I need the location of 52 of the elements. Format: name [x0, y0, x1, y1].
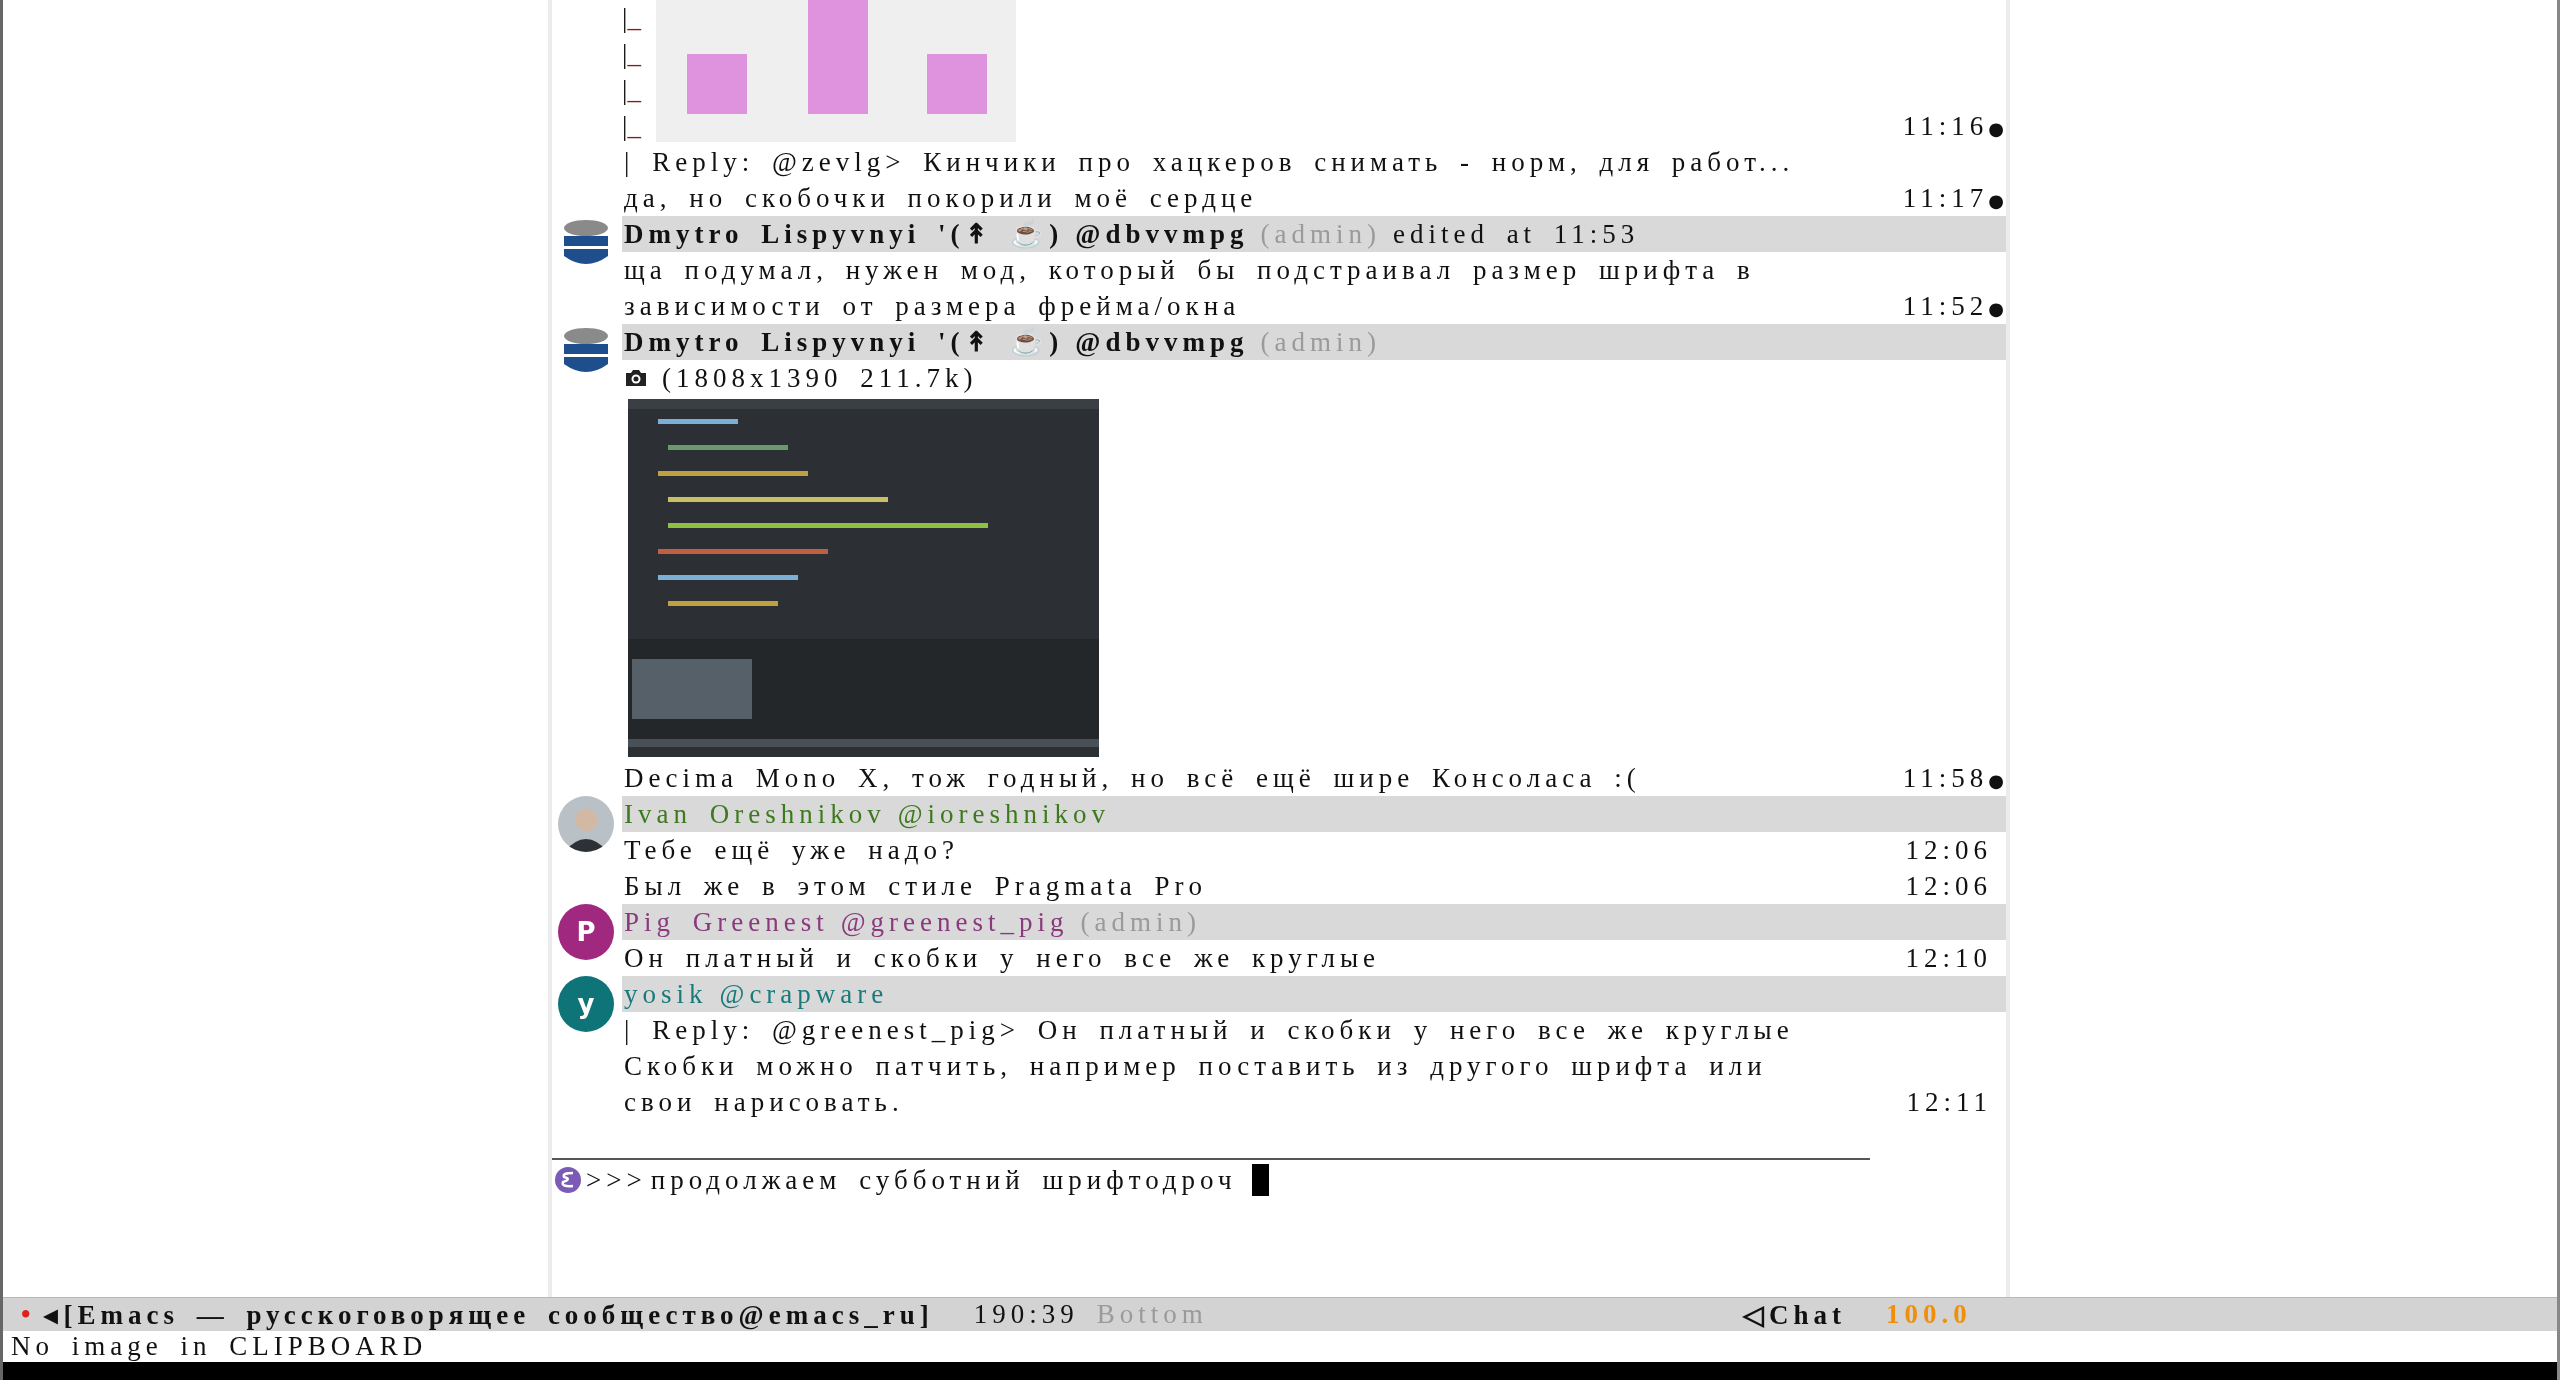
- message-text: Он платный и скобки у него все же круглые: [624, 942, 1381, 974]
- timestamp: 12:06: [1905, 834, 1993, 866]
- message-text: ща подумал, нужен мод, который бы подстраивал размер шрифта в: [624, 254, 1755, 286]
- modified-indicator: •: [21, 1299, 31, 1330]
- attachment-info: (1808x1390 211.7k): [662, 362, 978, 394]
- emacs-logo-icon: [554, 1166, 582, 1194]
- timestamp: 11:52●: [1902, 290, 2005, 322]
- gutter-mark: |_: [622, 2, 643, 35]
- message-text: Был же в этом стиле Pragmata Pro: [624, 870, 1207, 902]
- author-handle: @greenest_pig: [840, 906, 1069, 938]
- timestamp: 11:16●: [1902, 110, 2005, 142]
- timestamp: 11:17●: [1902, 182, 2005, 214]
- prompt: >>>: [586, 1164, 647, 1196]
- major-mode: ◁Chat: [1743, 1298, 1846, 1331]
- message-text: да, но скобочки покорили моё сердце: [624, 182, 1258, 214]
- message-text: Скобки можно патчить, например поставить из другого шрифта или: [624, 1050, 1767, 1082]
- message-text: Decima Mono X, тож годный, но всё ещё шире Консоласа :(: [624, 762, 1641, 794]
- timestamp: 12:11: [1906, 1086, 1993, 1118]
- gutter-mark: |_: [622, 38, 643, 71]
- author-name: Dmytro Lispyvnyi '(↟ ☕): [624, 326, 1064, 358]
- timestamp: 11:58●: [1902, 762, 2005, 794]
- author-handle: @dbvvmpg: [1075, 326, 1249, 358]
- cursor-position: 190:39: [973, 1299, 1079, 1330]
- text-cursor: [1252, 1164, 1270, 1196]
- timestamp: 12:06: [1905, 870, 1993, 902]
- author-name: Dmytro Lispyvnyi '(↟ ☕): [624, 218, 1064, 250]
- role-label: (admin): [1260, 218, 1381, 250]
- message-text: свои нарисовать.: [624, 1086, 904, 1118]
- message-text: | Reply: @greenest_pig> Он платный и скобки у него все же круглые: [624, 1014, 1794, 1046]
- message-text: Тебе ещё уже надо?: [624, 834, 959, 866]
- gutter-mark: |_: [622, 110, 643, 143]
- author-handle: @dbvvmpg: [1075, 218, 1249, 250]
- role-label: (admin): [1260, 326, 1381, 358]
- author-handle: @ioreshnikov: [897, 798, 1111, 830]
- message-text: | Reply: @zevlg> Кинчики про хацкеров снимать - норм, для работ...: [624, 146, 1795, 178]
- zoom-level: 100.0: [1886, 1299, 1972, 1330]
- camera-icon: [624, 369, 648, 387]
- author-name: yosik: [624, 978, 708, 1010]
- avatar: y: [558, 976, 614, 1032]
- author-name: Ivan Oreshnikov: [624, 798, 886, 830]
- scroll-position: Bottom: [1096, 1299, 1208, 1330]
- author-handle: @crapware: [719, 978, 889, 1010]
- timestamp: 12:10: [1905, 942, 1993, 974]
- echo-message: No image in CLIPBOARD: [11, 1331, 428, 1362]
- gutter-mark: |_: [622, 74, 643, 107]
- avatar: P: [558, 904, 614, 960]
- input-field[interactable]: продолжаем субботний шрифтодроч: [650, 1164, 1237, 1196]
- author-name: Pig Greenest: [624, 906, 829, 938]
- message-text: зависимости от размера фрейма/окна: [624, 290, 1241, 322]
- buffer-name: ◂[Emacs — русскоговорящее сообщество@emacs_ru]: [44, 1298, 934, 1331]
- role-label: (admin): [1080, 906, 1202, 938]
- edited-note: edited at 11:53: [1392, 218, 1640, 250]
